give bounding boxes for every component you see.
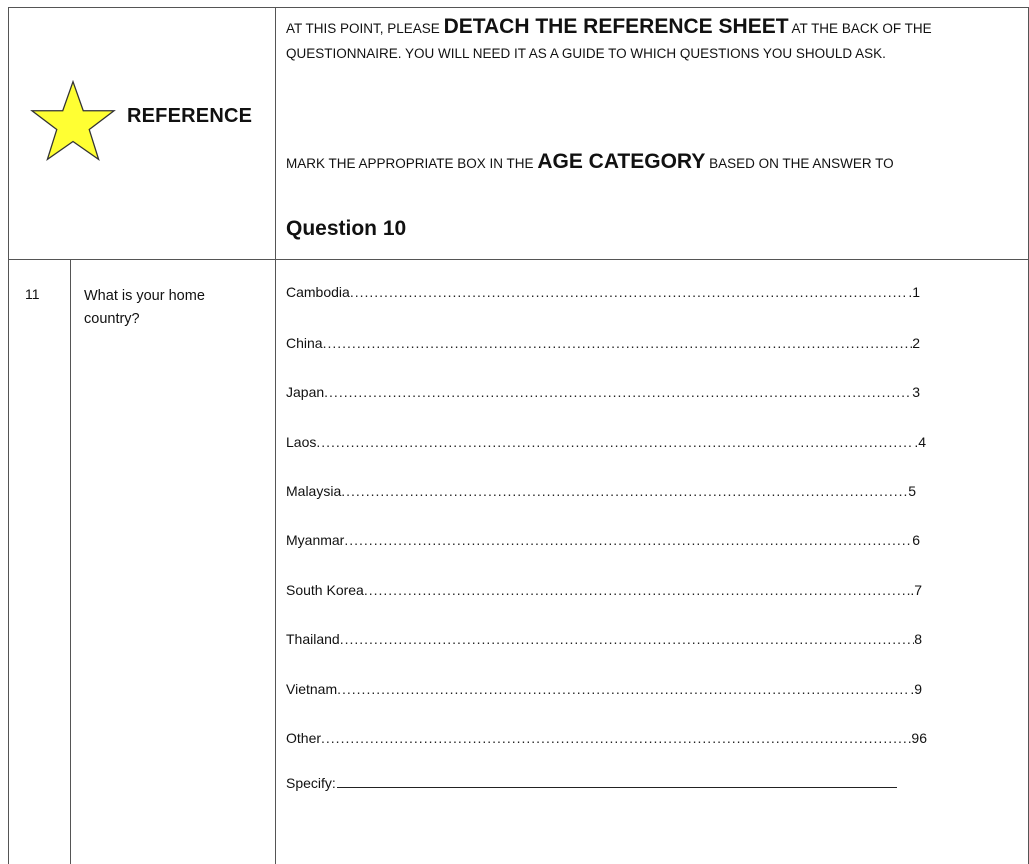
option-code: 8 — [914, 631, 922, 647]
option-label: China — [286, 335, 323, 351]
instruction-text: MARK THE APPROPRIATE BOX IN THE — [286, 156, 538, 171]
answer-option[interactable]: Vietnam .9 — [286, 681, 922, 703]
option-code: .7 — [910, 582, 922, 598]
table-border-top — [8, 7, 1029, 8]
star-icon — [30, 80, 116, 162]
option-label: Other — [286, 730, 322, 746]
option-label: Cambodia — [286, 284, 350, 300]
answer-option[interactable]: Other 96 — [286, 730, 927, 752]
leader-dots — [341, 483, 908, 499]
specify-field[interactable]: Specify: — [286, 775, 897, 791]
option-code: .1 — [908, 284, 920, 300]
question-reference: Question 10 — [286, 217, 407, 240]
answer-option[interactable]: Thailand 8 — [286, 631, 922, 653]
option-label: Japan — [286, 384, 325, 400]
leader-dots — [340, 631, 915, 647]
answer-option[interactable]: Japan 3 — [286, 384, 920, 406]
age-category-instruction: MARK THE APPROPRIATE BOX IN THE AGE CATE… — [286, 149, 1016, 176]
answer-option[interactable]: Malaysia 5 — [286, 483, 916, 505]
leader-dots — [324, 384, 912, 400]
column-divider-main — [275, 7, 276, 864]
option-label: Laos — [286, 434, 317, 450]
option-label: Thailand — [286, 631, 340, 647]
option-label: Myanmar — [286, 532, 345, 548]
instruction-emphasis: AGE CATEGORY — [537, 150, 706, 173]
option-code: 2 — [912, 335, 920, 351]
question-text: What is your home country? — [84, 288, 205, 327]
leader-dots — [344, 532, 912, 548]
table-border-left — [8, 7, 9, 864]
leader-dots — [337, 681, 910, 697]
question-number: 11 — [25, 286, 40, 302]
leader-dots — [350, 284, 908, 300]
leader-dots — [364, 582, 910, 598]
option-code: 3 — [912, 384, 920, 400]
leader-dots — [316, 434, 914, 450]
option-label: Vietnam — [286, 681, 338, 697]
instruction-text: AT THIS POINT, PLEASE — [286, 21, 444, 36]
reference-label: REFERENCE — [127, 105, 253, 127]
questionnaire-page: REFERENCE AT THIS POINT, PLEASE DETACH T… — [0, 0, 1029, 864]
option-label: South Korea — [286, 582, 364, 598]
option-code: 6 — [912, 532, 920, 548]
answer-option[interactable]: China 2 — [286, 335, 920, 357]
leader-dots — [321, 730, 911, 746]
option-label: Malaysia — [286, 483, 342, 499]
leader-dots — [323, 335, 913, 351]
option-code: .9 — [910, 681, 922, 697]
detach-instruction: AT THIS POINT, PLEASE DETACH THE REFEREN… — [286, 14, 1016, 66]
answer-option[interactable]: Cambodia .1 — [286, 284, 920, 306]
star-shape — [30, 80, 116, 162]
option-code: 96 — [911, 730, 927, 746]
instruction-text: BASED ON THE ANSWER TO — [705, 156, 894, 171]
answer-option[interactable]: Myanmar 6 — [286, 532, 920, 554]
option-code: .4 — [914, 434, 926, 450]
instruction-emphasis: DETACH THE REFERENCE SHEET — [443, 15, 789, 38]
answer-option[interactable]: Laos .4 — [286, 434, 926, 456]
specify-blank-line[interactable] — [336, 775, 897, 788]
column-divider-number — [70, 259, 71, 864]
option-code: 5 — [908, 483, 916, 499]
row-divider — [8, 259, 1029, 260]
specify-label: Specify: — [286, 775, 336, 791]
answer-option[interactable]: South Korea .7 — [286, 582, 922, 604]
